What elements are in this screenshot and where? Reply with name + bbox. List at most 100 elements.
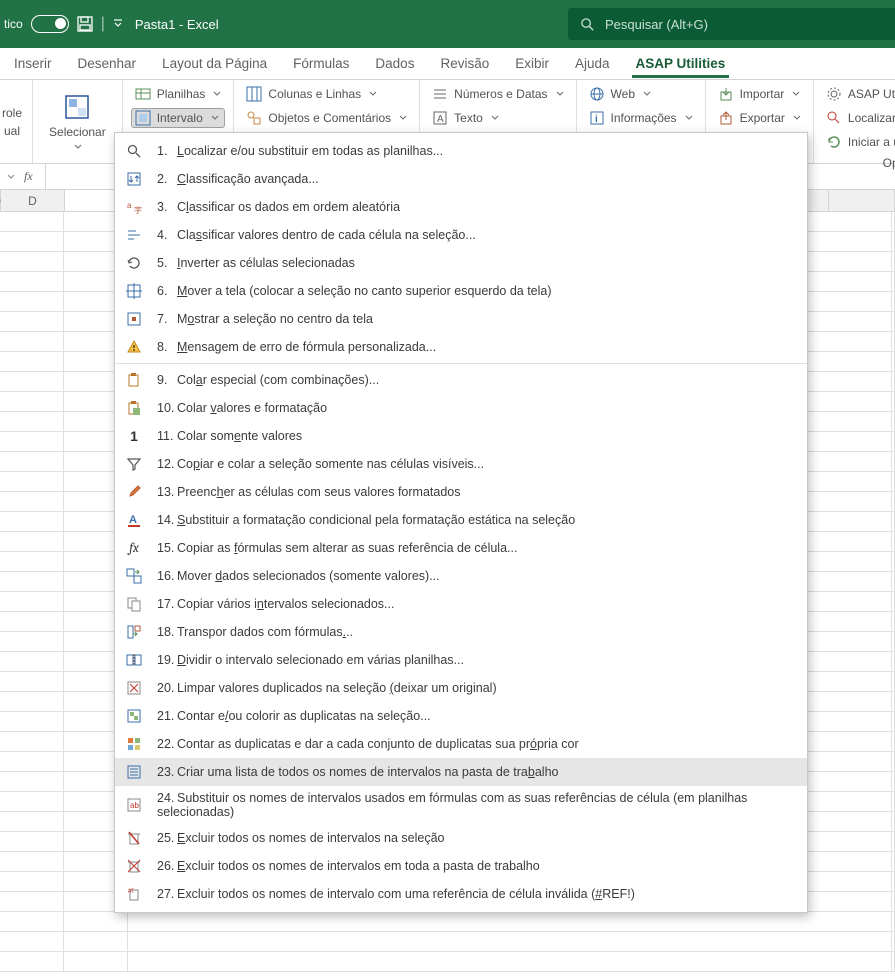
menu-item-3[interactable]: a字3. Classificar os dados em ordem aleat… <box>115 193 807 221</box>
menu-item-label: 13. Preencher as células com seus valore… <box>157 485 460 499</box>
info-icon: i <box>589 110 605 126</box>
menu-item-label: 20. Limpar valores duplicados na seleção… <box>157 681 497 695</box>
tab-exibir[interactable]: Exibir <box>511 50 553 77</box>
autosave-toggle[interactable] <box>31 15 69 33</box>
menu-item-1[interactable]: 1. Localizar e/ou substituir em todas as… <box>115 137 807 165</box>
tab-inserir[interactable]: Inserir <box>10 50 56 77</box>
menu-item-label: 22. Contar as duplicatas e dar a cada co… <box>157 737 579 751</box>
menu-item-label: 4. Classificar valores dentro de cada cé… <box>157 228 476 242</box>
tab-formulas[interactable]: Fórmulas <box>289 50 353 77</box>
ual-partial-label: ual <box>4 124 20 138</box>
tab-ajuda[interactable]: Ajuda <box>571 50 614 77</box>
text-icon: A <box>432 110 448 126</box>
menu-item-15[interactable]: fx15. Copiar as fórmulas sem alterar as … <box>115 534 807 562</box>
menu-item-label: 10. Colar valores e formatação <box>157 401 327 415</box>
objects-icon <box>246 110 262 126</box>
dup-color-icon <box>125 735 143 753</box>
menu-item-25[interactable]: 25. Excluir todos os nomes de intervalos… <box>115 824 807 852</box>
split-icon <box>125 651 143 669</box>
brush-icon <box>125 483 143 501</box>
menu-item-24[interactable]: ab24. Substituir os nomes de intervalos … <box>115 786 807 824</box>
dup-count-icon <box>125 707 143 725</box>
tab-asap-utilities[interactable]: ASAP Utilities <box>632 50 730 77</box>
menu-item-13[interactable]: 13. Preencher as células com seus valore… <box>115 478 807 506</box>
menu-item-label: 6. Mover a tela (colocar a seleção no ca… <box>157 284 552 298</box>
menu-item-label: 26. Excluir todos os nomes de intervalos… <box>157 859 540 873</box>
autosave-label-partial: tico <box>4 17 23 31</box>
menu-item-label: 3. Classificar os dados em ordem aleatór… <box>157 200 400 214</box>
menu-item-18[interactable]: 18. Transpor dados com fórmulas... <box>115 618 807 646</box>
menu-item-19[interactable]: 19. Dividir o intervalo selecionado em v… <box>115 646 807 674</box>
chevron-down-icon[interactable] <box>6 172 16 182</box>
menu-item-20[interactable]: 20. Limpar valores duplicados na seleção… <box>115 674 807 702</box>
menu-item-12[interactable]: 12. Copiar e colar a seleção somente nas… <box>115 450 807 478</box>
menu-item-26[interactable]: 26. Excluir todos os nomes de intervalos… <box>115 852 807 880</box>
web-button[interactable]: Web <box>585 84 697 104</box>
menu-item-11[interactable]: 111. Colar somente valores <box>115 422 807 450</box>
menu-item-16[interactable]: 16. Mover dados selecionados (somente va… <box>115 562 807 590</box>
menu-item-21[interactable]: 21. Contar e/ou colorir as duplicatas na… <box>115 702 807 730</box>
planilhas-button[interactable]: Planilhas <box>131 84 226 104</box>
gear-icon <box>826 86 842 102</box>
menu-item-label: 7. Mostrar a seleção no centro da tela <box>157 312 373 326</box>
paste-fmt-icon <box>125 399 143 417</box>
informacoes-button[interactable]: iInformações <box>585 108 697 128</box>
import-icon <box>718 86 734 102</box>
menu-item-7[interactable]: 7. Mostrar a seleção no centro da tela <box>115 305 807 333</box>
rotate-icon <box>125 254 143 272</box>
search-icon <box>580 17 595 32</box>
menu-item-label: 17. Copiar vários intervalos selecionado… <box>157 597 394 611</box>
iniciar-ultima-button[interactable]: Iniciar a últi <box>822 132 895 152</box>
grid-row <box>0 932 895 952</box>
del-all-icon <box>125 857 143 875</box>
texto-button[interactable]: ATexto <box>428 108 567 128</box>
col-d[interactable]: D <box>1 190 65 211</box>
range-icon <box>135 110 151 126</box>
search-box[interactable]: Pesquisar (Alt+G) <box>568 8 895 40</box>
menu-item-22[interactable]: 22. Contar as duplicatas e dar a cada co… <box>115 730 807 758</box>
one-icon: 1 <box>125 427 143 445</box>
asap-utilities-button[interactable]: ASAP Utilitie <box>822 84 895 104</box>
customize-qat-icon[interactable] <box>113 19 123 29</box>
tab-layout[interactable]: Layout da Página <box>158 50 271 77</box>
menu-item-label: 18. Transpor dados com fórmulas... <box>157 625 353 639</box>
menu-item-10[interactable]: 10. Colar valores e formatação <box>115 394 807 422</box>
objetos-comentarios-button[interactable]: Objetos e Comentários <box>242 108 411 128</box>
menu-item-6[interactable]: 6. Mover a tela (colocar a seleção no ca… <box>115 277 807 305</box>
search-placeholder: Pesquisar (Alt+G) <box>605 17 708 32</box>
exportar-button[interactable]: Exportar <box>714 108 805 128</box>
localizar-executar-button[interactable]: Localizar e e <box>822 108 895 128</box>
tab-revisao[interactable]: Revisão <box>436 50 493 77</box>
colunas-linhas-button[interactable]: Colunas e Linhas <box>242 84 411 104</box>
menu-item-label: 9. Colar especial (com combinações)... <box>157 373 379 387</box>
selecionar-button[interactable]: Selecionar <box>43 89 112 155</box>
dup-clear-icon <box>125 679 143 697</box>
menu-item-8[interactable]: 8. Mensagem de erro de fórmula personali… <box>115 333 807 361</box>
menu-item-23[interactable]: 23. Criar uma lista de todos os nomes de… <box>115 758 807 786</box>
numeros-datas-button[interactable]: Números e Datas <box>428 84 567 104</box>
grid-move-icon <box>125 567 143 585</box>
fx-icon[interactable]: fx <box>24 169 33 184</box>
refresh-icon <box>826 134 842 150</box>
svg-text:#!: #! <box>128 888 134 895</box>
menu-item-2[interactable]: 2. Classificação avançada... <box>115 165 807 193</box>
svg-text:字: 字 <box>134 205 142 215</box>
del-ref-icon: #! <box>125 885 143 903</box>
selecionar-label: Selecionar <box>49 125 106 139</box>
menu-item-5[interactable]: 5. Inverter as células selecionadas <box>115 249 807 277</box>
menu-item-14[interactable]: A14. Substituir a formatação condicional… <box>115 506 807 534</box>
svg-text:A: A <box>129 514 137 526</box>
menu-item-9[interactable]: 9. Colar especial (com combinações)... <box>115 366 807 394</box>
save-icon[interactable] <box>77 16 93 32</box>
numbers-icon <box>432 86 448 102</box>
menu-item-4[interactable]: 4. Classificar valores dentro de cada cé… <box>115 221 807 249</box>
tab-desenhar[interactable]: Desenhar <box>74 50 141 77</box>
lines-icon <box>125 226 143 244</box>
tab-dados[interactable]: Dados <box>371 50 418 77</box>
importar-button[interactable]: Importar <box>714 84 805 104</box>
menu-item-17[interactable]: 17. Copiar vários intervalos selecionado… <box>115 590 807 618</box>
intervalo-button[interactable]: Intervalo <box>131 108 226 128</box>
search-run-icon <box>826 110 842 126</box>
columns-rows-icon <box>246 86 262 102</box>
menu-item-27[interactable]: #!27. Excluir todos os nomes de interval… <box>115 880 807 908</box>
